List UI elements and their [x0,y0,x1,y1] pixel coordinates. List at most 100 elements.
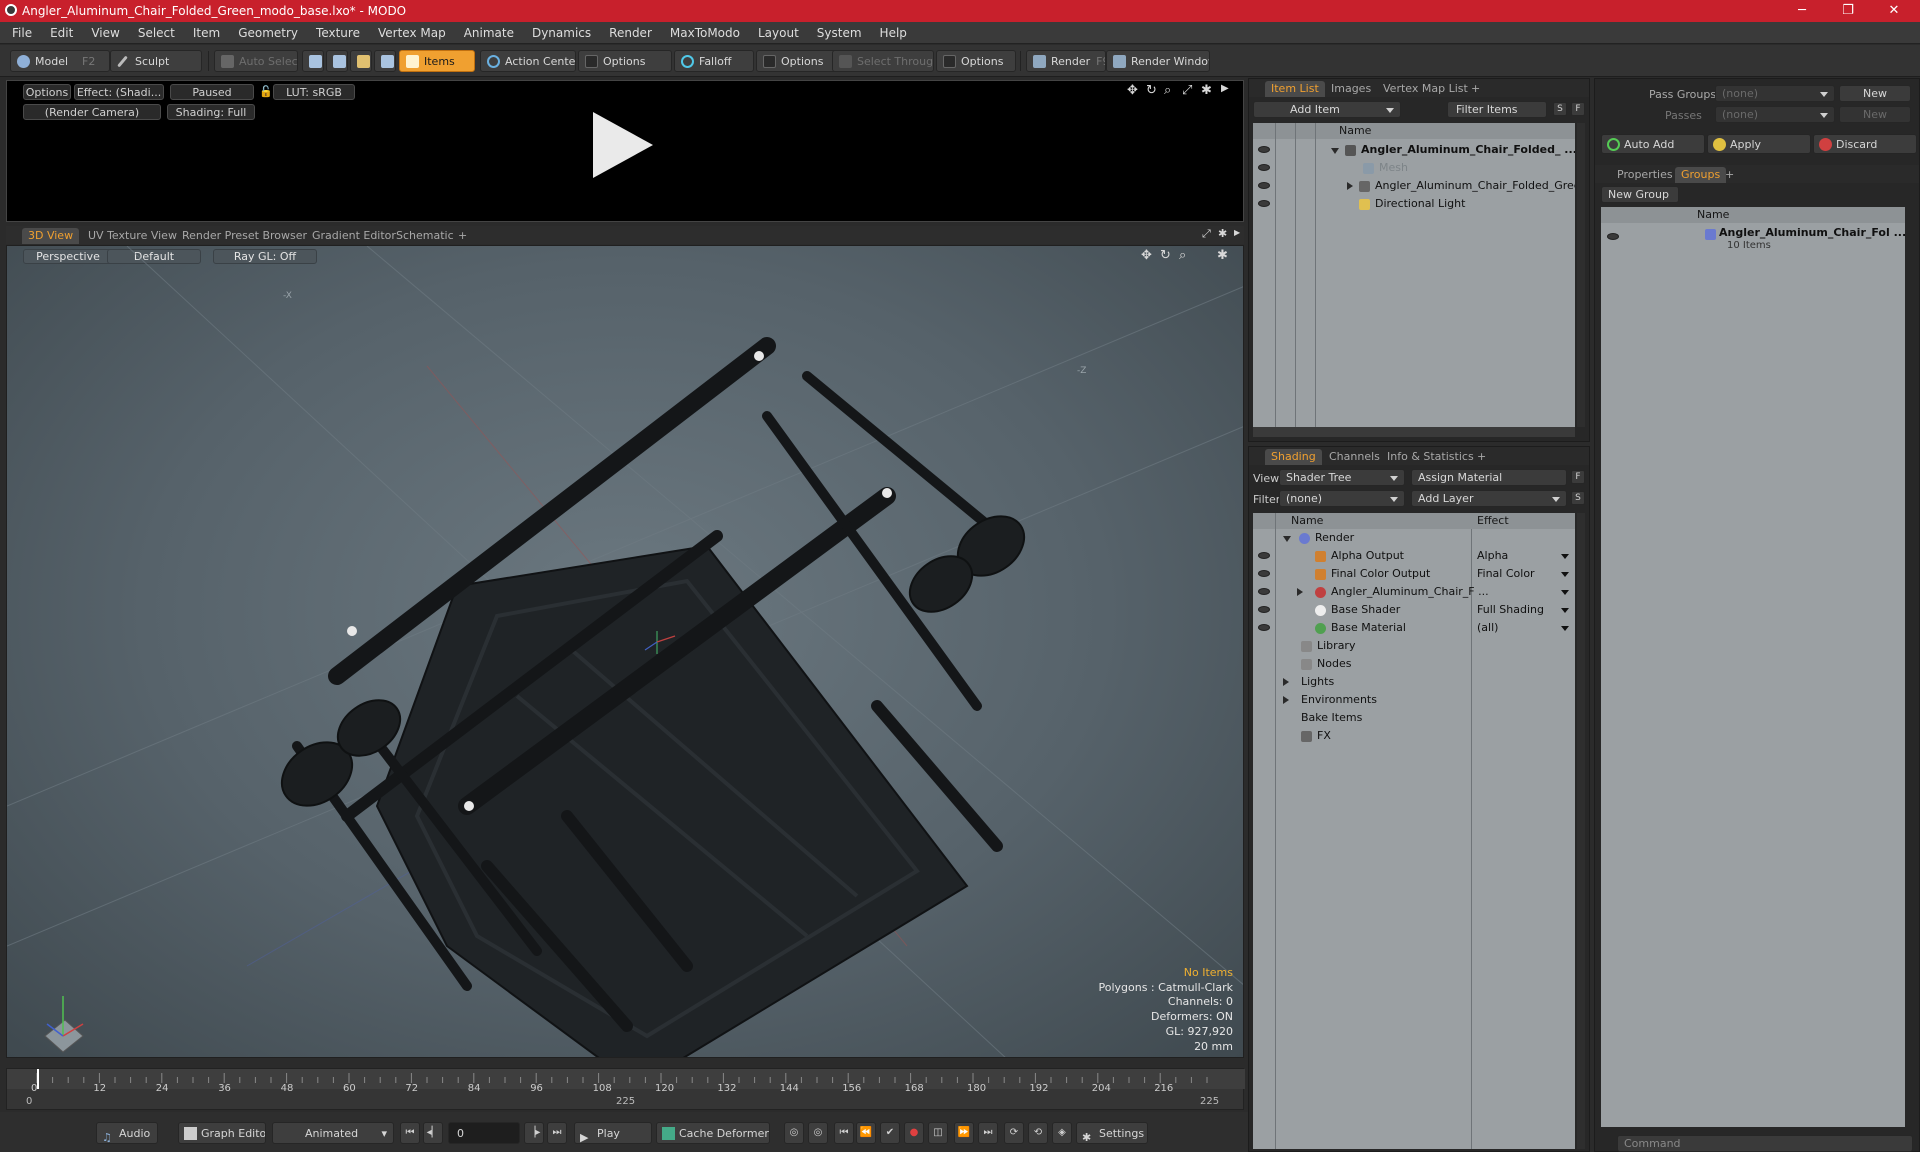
zoom-icon[interactable]: ⌕ [1164,83,1171,98]
discard-button[interactable]: Discard [1813,134,1917,154]
items-mode-button[interactable]: Items [399,50,475,72]
tab-3d-view[interactable]: 3D View [22,228,80,244]
expand-arrow-icon[interactable] [1283,678,1289,686]
frame-input[interactable]: 0 [448,1122,520,1144]
chevron-down-icon[interactable] [1561,554,1569,559]
gear-icon[interactable]: ✱ [1218,227,1227,240]
menu-render[interactable]: Render [600,22,661,44]
play-preview-icon[interactable] [593,112,653,178]
vertices-mode-button[interactable] [302,50,324,72]
visibility-eye-icon[interactable] [1258,606,1270,613]
edges-mode-button[interactable] [326,50,348,72]
passes-dropdown[interactable]: (none) [1715,106,1835,123]
maximize-icon[interactable]: ⤢ [1182,83,1192,98]
pan-icon[interactable]: ✥ [1127,83,1138,98]
filter-dropdown[interactable]: (none) [1279,490,1405,507]
first-frame-icon[interactable]: ⏮ [400,1122,420,1144]
shader-row-bake-items[interactable]: Bake Items [1253,709,1575,727]
polygons-mode-button[interactable] [350,50,372,72]
vertical-scrollbar[interactable] [1577,513,1585,1149]
shader-row-base-material[interactable]: Base Material (all) [1253,619,1575,637]
maximize-icon[interactable]: ⤢ [1202,227,1211,241]
render-camera-dropdown[interactable]: (Render Camera) [23,104,161,120]
auto-select-button[interactable]: Auto Select [214,50,298,72]
preview-options-button[interactable]: Options [23,84,71,100]
tree-row-locator[interactable]: Angler_Aluminum_Chair_Folded_Gree ... [1253,177,1575,195]
chevron-down-icon[interactable] [1561,572,1569,577]
graph-editor-button[interactable]: Graph Editor [178,1122,266,1144]
group-row[interactable]: Angler_Aluminum_Chair_Fol ... 10 Items [1601,225,1905,255]
falloff-options-button[interactable]: Options [756,50,836,72]
menu-vertex-map[interactable]: Vertex Map [369,22,455,44]
sound-icon[interactable]: ⟲ [1028,1122,1048,1144]
audio-button[interactable]: ♫ Audio [96,1122,158,1144]
prev-key-icon[interactable]: ◂▏ [423,1122,443,1144]
expand-arrow-icon[interactable] [1283,536,1291,542]
new-pass-button[interactable]: New [1839,106,1911,123]
filter-items-input[interactable]: Filter Items [1447,101,1547,118]
menu-item[interactable]: Item [184,22,229,44]
tab-render-preset-browser[interactable]: Render Preset Browser [176,228,313,244]
tab-images[interactable]: Images [1325,81,1377,97]
menu-dynamics[interactable]: Dynamics [523,22,600,44]
sculpt-button[interactable]: Sculpt [110,50,202,72]
playhead[interactable] [37,1069,39,1089]
loop-icon[interactable]: ⟳ [1004,1122,1024,1144]
menu-view[interactable]: View [82,22,128,44]
auto-add-button[interactable]: Auto Add [1601,134,1705,154]
action-center-options-button[interactable]: Options [578,50,672,72]
shader-row-environments[interactable]: Environments [1253,691,1575,709]
render-window-button[interactable]: Render Window [1106,50,1210,72]
tab-shading[interactable]: Shading [1265,449,1322,465]
menu-maxtomodo[interactable]: MaxToModo [661,22,749,44]
new-pass-group-button[interactable]: New [1839,85,1911,102]
add-item-dropdown[interactable]: Add Item [1253,101,1401,118]
shader-row-alpha-output[interactable]: Alpha Output Alpha [1253,547,1575,565]
shading-dropdown[interactable]: Shading: Full [167,104,255,120]
add-tab-button[interactable]: + [452,228,473,244]
3d-viewport[interactable]: Perspective Default Ray GL: Off ✥ ↻ ⌕ ✱ [6,245,1244,1058]
visibility-eye-icon[interactable] [1258,552,1270,559]
shader-row-final-color-output[interactable]: Final Color Output Final Color [1253,565,1575,583]
expand-arrow-icon[interactable] [1347,182,1353,190]
shader-row-material-group[interactable]: Angler_Aluminum_Chair_F ... [1253,583,1575,601]
rotate-icon[interactable]: ↻ [1146,83,1157,98]
settings-button[interactable]: ✱ Settings [1076,1122,1148,1144]
add-layer-dropdown[interactable]: Add Layer [1411,490,1567,507]
lock-icon[interactable]: 🔓 [259,84,271,100]
shader-tree[interactable]: Name Effect Render Alpha Output Alpha Fina… [1253,513,1575,1149]
menu-file[interactable]: File [0,22,41,44]
shader-row-base-shader[interactable]: Base Shader Full Shading [1253,601,1575,619]
search-toggle-s[interactable]: S [1571,491,1585,505]
shader-row-library[interactable]: Library [1253,637,1575,655]
tab-properties[interactable]: Properties [1611,167,1679,183]
next-key-icon[interactable]: ▕▸ [524,1122,544,1144]
step-forward-icon[interactable]: ⏩ [954,1122,974,1144]
render-button[interactable]: Render F9 [1026,50,1106,72]
prev-key-nav-icon[interactable]: ⏮ [834,1122,854,1144]
filter-toggle-f[interactable]: F [1571,470,1585,484]
view-dropdown[interactable]: Shader Tree [1279,469,1405,486]
effect-dropdown[interactable]: Effect: (Shadi... [74,84,164,100]
key-all-icon[interactable]: ◎ [808,1122,828,1144]
materials-mode-button[interactable] [374,50,396,72]
next-key-nav-icon[interactable]: ⏭ [978,1122,998,1144]
auto-key-icon[interactable]: ✔ [880,1122,900,1144]
add-tab-button[interactable]: + [1719,167,1740,183]
menu-edit[interactable]: Edit [41,22,82,44]
close-button[interactable]: ✕ [1872,0,1916,22]
new-group-button[interactable]: New Group [1601,186,1679,203]
maximize-button[interactable]: ❐ [1826,0,1870,22]
tab-channels[interactable]: Channels [1323,449,1386,465]
menu-select[interactable]: Select [129,22,184,44]
chevron-down-icon[interactable] [1561,626,1569,631]
groups-list[interactable]: Name Angler_Aluminum_Chair_Fol ... 10 It… [1601,207,1905,1127]
filter-toggle-f[interactable]: F [1571,102,1585,116]
assign-material-button[interactable]: Assign Material [1411,469,1567,486]
paused-button[interactable]: Paused [170,84,254,100]
chevron-down-icon[interactable] [1561,590,1569,595]
key-toggle-icon[interactable]: ◫ [928,1122,948,1144]
apply-button[interactable]: Apply [1707,134,1811,154]
tab-item-list[interactable]: Item List [1265,81,1325,97]
timeline[interactable]: 0 12 24 36 48 60 72 84 96 108 120 132 144 156 168 180 19… [6,1068,1245,1110]
